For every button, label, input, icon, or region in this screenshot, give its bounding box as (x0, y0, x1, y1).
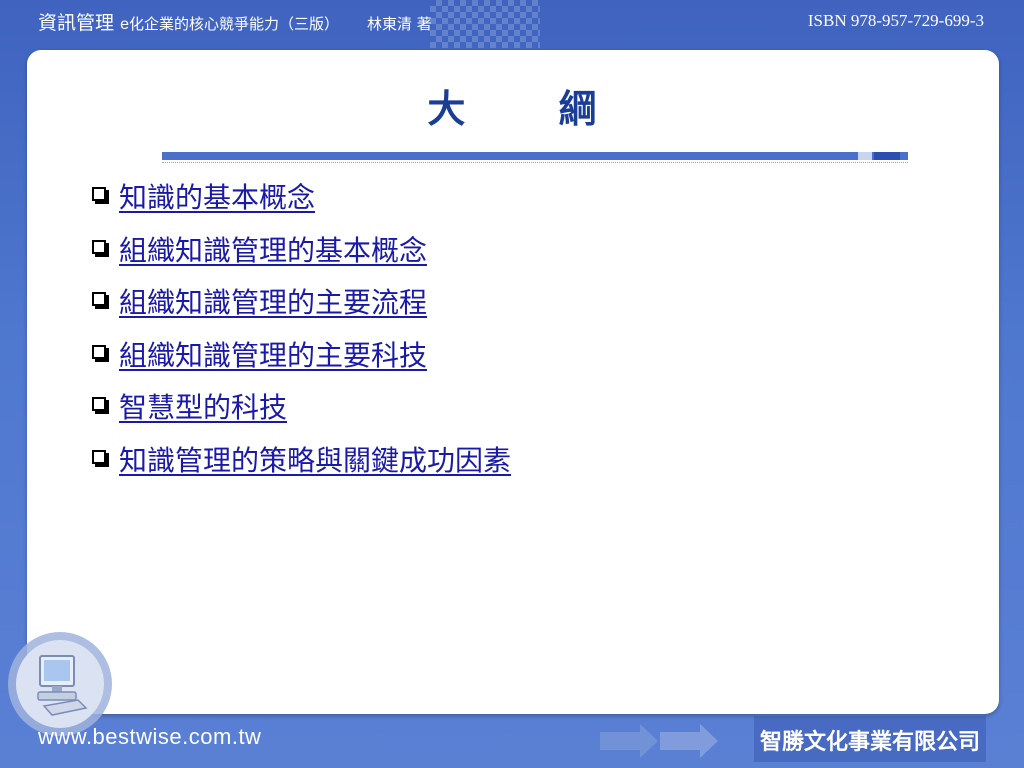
isbn: ISBN 978-957-729-699-3 (807, 11, 984, 30)
header-book-info: 資訊管理 e化企業的核心競爭能力（三版） 林東清 著 (38, 8, 432, 35)
arrow-icon (600, 724, 718, 758)
publisher-name: 智勝文化事業有限公司 (759, 730, 980, 755)
outline-link-6[interactable]: 知識管理的策略與關鍵成功因素 (119, 439, 511, 479)
title-divider (162, 152, 908, 160)
divider-dots (162, 160, 908, 163)
outline-link-3[interactable]: 組織知識管理的主要流程 (119, 281, 427, 321)
outline-list: 知識的基本概念 組織知識管理的基本概念 組織知識管理的主要流程 組織知識管理的主… (92, 170, 511, 485)
author: 林東清 著 (367, 15, 432, 33)
outline-item: 知識管理的策略與關鍵成功因素 (92, 433, 511, 486)
outline-item: 智慧型的科技 (92, 380, 511, 433)
book-prefix: e (120, 16, 129, 33)
divider-accent-light (858, 152, 872, 160)
outline-link-5[interactable]: 智慧型的科技 (119, 386, 287, 426)
outline-item: 組織知識管理的主要流程 (92, 275, 511, 328)
book-title: 化企業的核心競爭能力（三版） (128, 15, 339, 33)
checkbox-bullet-icon (92, 397, 106, 412)
checkbox-bullet-icon (92, 449, 106, 464)
course-title: 資訊管理 (38, 12, 115, 34)
outline-item: 組織知識管理的主要科技 (92, 328, 511, 381)
outline-item: 知識的基本概念 (92, 170, 511, 223)
computer-icon (8, 632, 112, 736)
checkbox-bullet-icon (92, 239, 106, 254)
outline-link-4[interactable]: 組織知識管理的主要科技 (119, 334, 427, 374)
header-pattern (430, 0, 540, 48)
checkbox-bullet-icon (92, 187, 106, 202)
outline-item: 組織知識管理的基本概念 (92, 223, 511, 276)
checkbox-bullet-icon (92, 292, 106, 307)
divider-accent-dark (874, 152, 900, 160)
slide-title: 大 綱 (427, 87, 637, 131)
website-link[interactable]: www.bestwise.com.tw (38, 724, 261, 750)
outline-link-1[interactable]: 知識的基本概念 (119, 176, 315, 216)
checkbox-bullet-icon (92, 344, 106, 359)
outline-link-2[interactable]: 組織知識管理的基本概念 (119, 229, 427, 269)
